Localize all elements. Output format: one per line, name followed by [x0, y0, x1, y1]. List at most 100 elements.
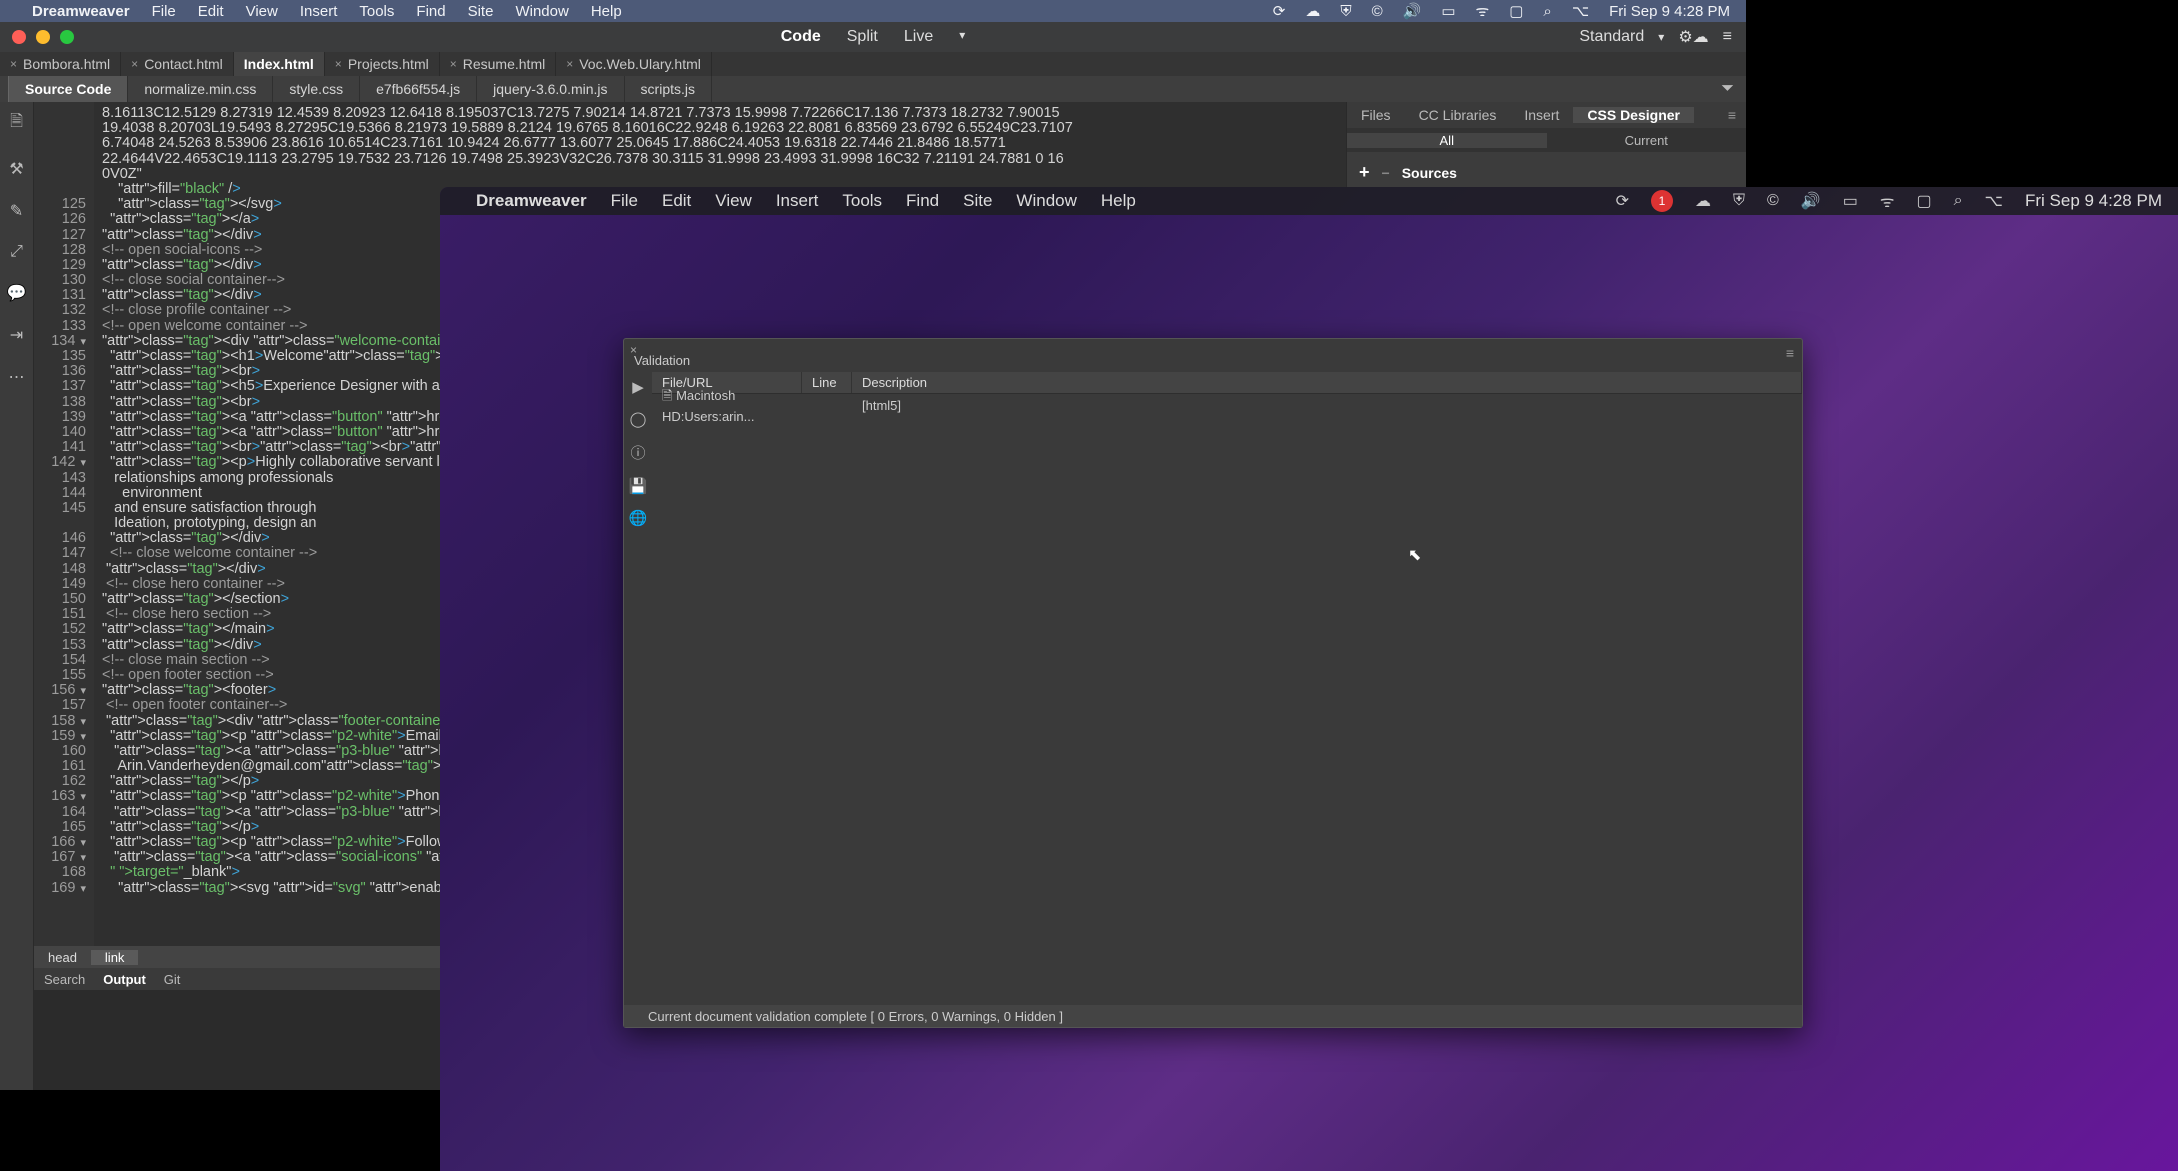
close-window-button[interactable] [12, 30, 26, 44]
panel-menu-icon[interactable]: ≡ [1723, 28, 1732, 46]
panel-menu-icon[interactable]: ≡ [1786, 345, 1794, 361]
col-line[interactable]: Line [802, 372, 852, 393]
close-icon[interactable]: × [630, 343, 637, 357]
crumb-head[interactable]: head [34, 950, 91, 965]
volume-icon[interactable]: 🔊 [1403, 2, 1422, 20]
display-icon[interactable]: ▢ [1916, 191, 1931, 211]
shield-icon[interactable]: ⛨ [1733, 192, 1745, 210]
zoom-window-button[interactable] [60, 30, 74, 44]
wifi-icon[interactable]: ᯤ [1476, 1, 1490, 21]
close-icon[interactable]: × [566, 57, 573, 71]
tab-output[interactable]: Output [103, 972, 146, 987]
doc-tab[interactable]: ×Resume.html [440, 52, 556, 76]
layout-tab-split[interactable]: Split [847, 28, 878, 46]
chevron-down-icon[interactable]: ▾ [959, 28, 965, 46]
shield-icon[interactable]: ⛨ [1340, 3, 1351, 20]
cc-cloud-icon[interactable]: ☁ [1305, 2, 1320, 20]
wifi-icon[interactable]: ᯤ [1880, 190, 1895, 212]
panel-tab-cclib[interactable]: CC Libraries [1405, 107, 1511, 123]
clock[interactable]: Fri Sep 9 4:28 PM [1609, 3, 1730, 20]
menu-insert[interactable]: Insert [300, 3, 338, 20]
panel-tab-files[interactable]: Files [1347, 107, 1405, 123]
cc-icon[interactable]: © [1767, 192, 1779, 210]
related-file-tab[interactable]: e7fb66f554.js [360, 76, 477, 102]
expand-icon[interactable]: ⤢ [10, 243, 23, 261]
doc-tab[interactable]: ×Voc.Web.Ulary.html [556, 52, 712, 76]
close-icon[interactable]: × [131, 57, 138, 71]
battery-icon[interactable]: ▭ [1441, 2, 1455, 20]
chevron-down-icon[interactable]: ▾ [1658, 30, 1664, 44]
close-icon[interactable]: × [450, 57, 457, 71]
related-file-tab[interactable]: scripts.js [625, 76, 712, 102]
menu-find[interactable]: Find [906, 191, 939, 211]
minimize-window-button[interactable] [36, 30, 50, 44]
app-name[interactable]: Dreamweaver [32, 3, 130, 20]
layout-tab-live[interactable]: Live [904, 28, 933, 46]
menu-edit[interactable]: Edit [662, 191, 691, 211]
control-center-icon[interactable]: ⌥ [1985, 191, 2003, 211]
doc-tab[interactable]: ×Bombora.html [0, 52, 121, 76]
menu-site[interactable]: Site [468, 3, 494, 20]
validation-panel[interactable]: × ≡ Validation ▶ ◯ ⓘ 💾 🌐 File/URL Line D… [623, 338, 1803, 1028]
search-icon[interactable]: ⌕ [1954, 192, 1963, 210]
menu-tools[interactable]: Tools [359, 3, 394, 20]
cc-sync-icon[interactable]: ⟳ [1273, 2, 1286, 20]
doc-tab[interactable]: Index.html [234, 52, 325, 76]
cc-cloud-icon[interactable]: ☁ [1695, 191, 1711, 211]
menu-find[interactable]: Find [416, 3, 445, 20]
wand-icon[interactable]: ✎ [10, 201, 23, 221]
sync-settings-icon[interactable]: ⚙☁ [1678, 27, 1708, 47]
menu-file[interactable]: File [611, 191, 638, 211]
add-source-icon[interactable]: + [1359, 162, 1370, 183]
cc-notification-icon[interactable]: 1 [1651, 190, 1673, 212]
play-icon[interactable]: ▶ [632, 378, 644, 396]
filter-icon[interactable]: ⏷ [1721, 80, 1734, 98]
tab-search[interactable]: Search [44, 972, 85, 987]
volume-icon[interactable]: 🔊 [1801, 191, 1821, 211]
menu-file[interactable]: File [152, 3, 176, 20]
save-icon[interactable]: 💾 [629, 477, 648, 495]
subtab-all[interactable]: All [1347, 133, 1547, 148]
display-icon[interactable]: ▢ [1509, 2, 1523, 20]
cc-sync-icon[interactable]: ⟳ [1616, 191, 1629, 211]
remove-source-icon[interactable]: − [1382, 165, 1390, 181]
close-icon[interactable]: × [10, 57, 17, 71]
menu-help[interactable]: Help [1101, 191, 1136, 211]
app-name[interactable]: Dreamweaver [476, 191, 587, 211]
menu-view[interactable]: View [715, 191, 752, 211]
menu-tools[interactable]: Tools [842, 191, 882, 211]
battery-icon[interactable]: ▭ [1843, 191, 1858, 211]
doc-tab[interactable]: ×Contact.html [121, 52, 234, 76]
panel-menu-icon[interactable]: ≡ [1728, 107, 1746, 123]
workspace-switcher[interactable]: Standard [1579, 28, 1644, 46]
comment-icon[interactable]: 💬 [7, 283, 27, 303]
menu-insert[interactable]: Insert [776, 191, 819, 211]
manage-sites-icon[interactable]: ⚒ [9, 159, 23, 179]
menu-help[interactable]: Help [591, 3, 622, 20]
menu-view[interactable]: View [246, 3, 278, 20]
file-icon[interactable]: 🗎 [10, 110, 23, 137]
search-icon[interactable]: ⌕ [1543, 3, 1551, 20]
validation-row[interactable]: 🗎 Macintosh HD:Users:arin... [html5] [652, 394, 1802, 416]
panel-tab-insert[interactable]: Insert [1510, 107, 1573, 123]
layout-tab-code[interactable]: Code [781, 28, 821, 46]
related-file-tab[interactable]: Source Code [8, 76, 128, 102]
doc-tab[interactable]: ×Projects.html [325, 52, 440, 76]
stop-icon[interactable]: ◯ [630, 410, 647, 428]
menu-edit[interactable]: Edit [198, 3, 224, 20]
clock[interactable]: Fri Sep 9 4:28 PM [2025, 191, 2162, 211]
tab-git[interactable]: Git [164, 972, 181, 987]
menu-window[interactable]: Window [1016, 191, 1076, 211]
info-icon[interactable]: ⓘ [630, 442, 645, 463]
indent-icon[interactable]: ⇥ [10, 325, 23, 345]
close-icon[interactable]: × [335, 57, 342, 71]
globe-icon[interactable]: 🌐 [629, 509, 648, 527]
more-icon[interactable]: ⋯ [9, 367, 25, 387]
control-center-icon[interactable]: ⌥ [1572, 2, 1589, 20]
menu-window[interactable]: Window [515, 3, 568, 20]
menu-site[interactable]: Site [963, 191, 992, 211]
col-desc[interactable]: Description [852, 372, 1802, 393]
subtab-current[interactable]: Current [1547, 133, 1747, 148]
related-file-tab[interactable]: jquery-3.6.0.min.js [477, 76, 624, 102]
crumb-link[interactable]: link [91, 950, 139, 965]
